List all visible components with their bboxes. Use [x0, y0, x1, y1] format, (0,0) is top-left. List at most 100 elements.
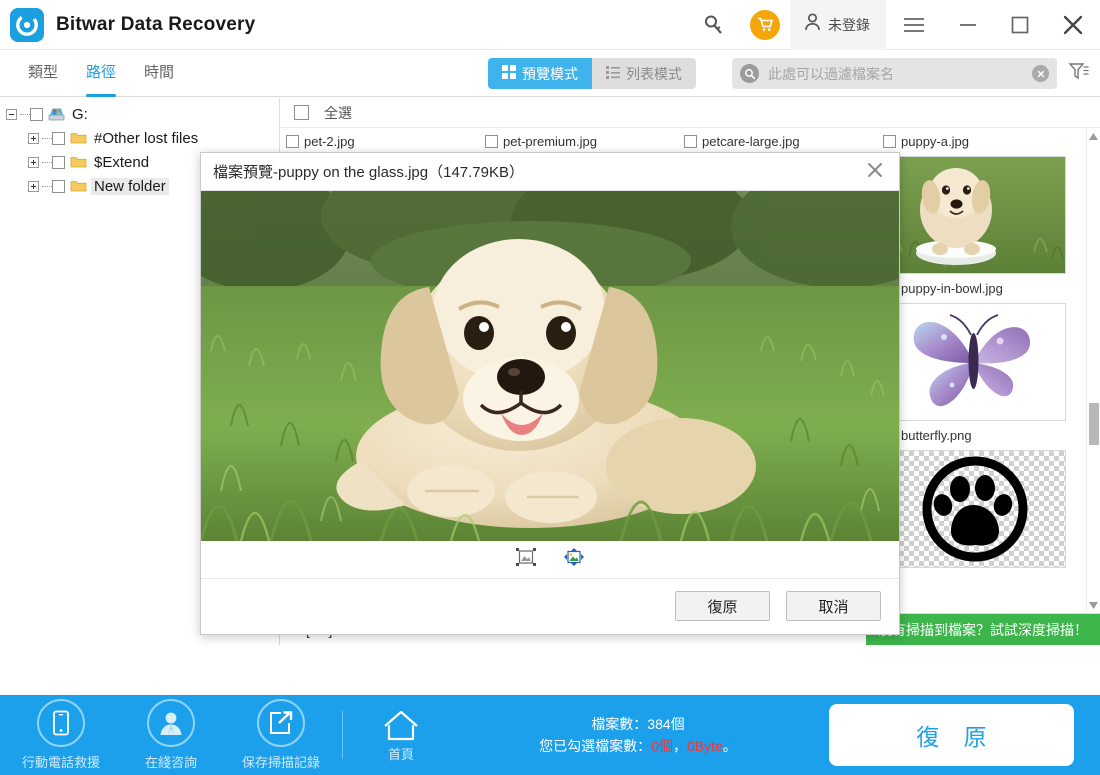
select-all-checkbox[interactable]: [294, 105, 309, 120]
file-checkbox[interactable]: [286, 134, 299, 148]
mobile-phone-icon: [37, 699, 85, 747]
grid-cell[interactable]: petcare-large.jpg: [678, 128, 877, 150]
divider: [342, 711, 343, 759]
maximize-icon[interactable]: [994, 0, 1046, 50]
preview-toolbar: [201, 541, 899, 579]
grid-cell[interactable]: pet-premium.jpg: [479, 128, 678, 150]
selected-suffix: 。: [722, 738, 737, 754]
tree-checkbox[interactable]: [52, 131, 65, 145]
list-mode-label: 列表模式: [626, 65, 682, 82]
tree-checkbox[interactable]: [52, 155, 65, 169]
deep-scan-button[interactable]: 沒有掃描到檔案？試試深度掃描！: [866, 613, 1100, 645]
dialog-header: 檔案預覽-puppy on the glass.jpg（147.79KB）: [201, 153, 899, 191]
save-scan-record-button[interactable]: 保存掃描記錄: [226, 699, 336, 771]
puppy-in-bowl-photo: [883, 156, 1066, 274]
minimize-icon[interactable]: [942, 0, 994, 50]
clear-circle-icon[interactable]: [1032, 65, 1049, 82]
collapse-toggle-icon[interactable]: [6, 108, 17, 120]
home-label: 首頁: [387, 746, 414, 762]
grid-cell[interactable]: pet-2.jpg: [280, 128, 479, 150]
tree-item-drive-g[interactable]: G:: [0, 102, 279, 126]
tab-time[interactable]: 時間: [130, 50, 188, 97]
grid-view-icon: [502, 65, 516, 82]
user-account-button[interactable]: 未登錄: [790, 0, 886, 50]
file-name: pet-2.jpg: [304, 133, 355, 149]
search-icon: [740, 64, 759, 83]
tree-item-label: New folder: [91, 177, 169, 195]
recover-button[interactable]: 復 原: [829, 704, 1074, 766]
shopping-cart-icon[interactable]: [740, 0, 790, 50]
scroll-down-arrow-icon[interactable]: [1087, 597, 1100, 613]
funnel-filter-icon[interactable]: [1068, 61, 1090, 88]
home-button[interactable]: 首頁: [355, 708, 447, 763]
tab-group: 類型 路徑 時間: [0, 50, 188, 97]
dialog-footer: 復原 取消: [201, 579, 899, 633]
home-icon: [384, 710, 418, 740]
selected-count-value: 0個: [651, 738, 673, 754]
scroll-up-arrow-icon[interactable]: [1087, 128, 1100, 144]
tree-item-label: #Other lost files: [94, 129, 199, 147]
tree-checkbox[interactable]: [30, 107, 43, 121]
user-icon: [804, 13, 821, 36]
key-icon[interactable]: [688, 0, 740, 50]
selected-count-text: 您已勾選檔案數：0個，0Byte。: [447, 735, 829, 757]
expand-toggle-icon[interactable]: [28, 180, 39, 192]
file-name: pet-premium.jpg: [503, 133, 597, 149]
application-window: Bitwar Data Recovery 未登錄 類型 路徑 時間 預覽模式 列…: [0, 0, 1100, 775]
grid-cell-puppy-in-bowl[interactable]: puppy-in-bowl.jpg: [877, 150, 1076, 297]
bitwar-logo-icon: [10, 7, 44, 42]
grid-vertical-scrollbar[interactable]: [1086, 128, 1100, 613]
list-view-icon: [606, 65, 620, 82]
tree-connector: [42, 185, 52, 187]
support-agent-icon: [147, 699, 195, 747]
file-name: petcare-large.jpg: [702, 133, 800, 149]
file-checkbox[interactable]: [485, 134, 498, 148]
tab-type[interactable]: 類型: [14, 50, 72, 97]
actual-size-icon[interactable]: [516, 548, 536, 571]
butterfly-illustration: [883, 303, 1066, 421]
restore-button[interactable]: 復原: [675, 591, 770, 621]
preview-mode-button[interactable]: 預覽模式: [488, 58, 592, 89]
selected-prefix: 您已勾選檔案數：: [539, 738, 652, 754]
expand-toggle-icon[interactable]: [28, 156, 39, 168]
file-checkbox[interactable]: [883, 134, 896, 148]
file-statistics: 檔案數：384個 您已勾選檔案數：0個，0Byte。: [447, 713, 829, 757]
save-scan-record-label: 保存掃描記錄: [241, 755, 320, 770]
hamburger-menu-icon[interactable]: [886, 0, 942, 50]
select-all-label: 全選: [324, 104, 352, 121]
tree-item-label: G:: [72, 105, 88, 123]
tree-connector: [20, 113, 30, 115]
folder-icon: [70, 131, 87, 145]
preview-mode-label: 預覽模式: [522, 65, 578, 82]
scrollbar-thumb[interactable]: [1089, 403, 1099, 445]
grid-cell[interactable]: puppy-a.jpg: [877, 128, 1076, 150]
file-checkbox[interactable]: [684, 134, 697, 148]
tree-item-other-lost-files[interactable]: #Other lost files: [0, 126, 279, 150]
mobile-rescue-button[interactable]: 行動電話救援: [6, 699, 116, 771]
online-support-button[interactable]: 在綫咨詢: [116, 699, 226, 771]
tree-connector: [42, 137, 52, 139]
cancel-button[interactable]: 取消: [786, 591, 881, 621]
tab-path[interactable]: 路徑: [72, 50, 130, 97]
tree-checkbox[interactable]: [52, 179, 65, 193]
selected-separator: ，: [672, 738, 687, 754]
title-bar: Bitwar Data Recovery 未登錄: [0, 0, 1100, 50]
file-name: puppy-a.jpg: [901, 133, 969, 149]
app-title: Bitwar Data Recovery: [56, 13, 256, 35]
search-input[interactable]: [759, 64, 1032, 83]
user-label: 未登錄: [828, 16, 870, 33]
fit-to-window-icon[interactable]: [564, 548, 584, 571]
close-icon[interactable]: [1046, 0, 1100, 50]
export-save-icon: [257, 699, 305, 747]
grid-cell-butterfly[interactable]: butterfly.png: [877, 297, 1076, 444]
grid-cell-paw[interactable]: [877, 444, 1076, 568]
file-name: puppy-in-bowl.jpg: [901, 280, 1003, 296]
expand-toggle-icon[interactable]: [28, 132, 39, 144]
tree-connector: [42, 161, 52, 163]
window-controls: 未登錄: [688, 0, 1100, 50]
file-preview-dialog: 檔案預覽-puppy on the glass.jpg（147.79KB） 復原…: [200, 152, 900, 635]
close-icon[interactable]: [863, 160, 887, 184]
list-mode-button[interactable]: 列表模式: [592, 58, 696, 89]
folder-icon: [70, 155, 87, 169]
dialog-title: 檔案預覽-puppy on the glass.jpg（147.79KB）: [213, 164, 524, 181]
